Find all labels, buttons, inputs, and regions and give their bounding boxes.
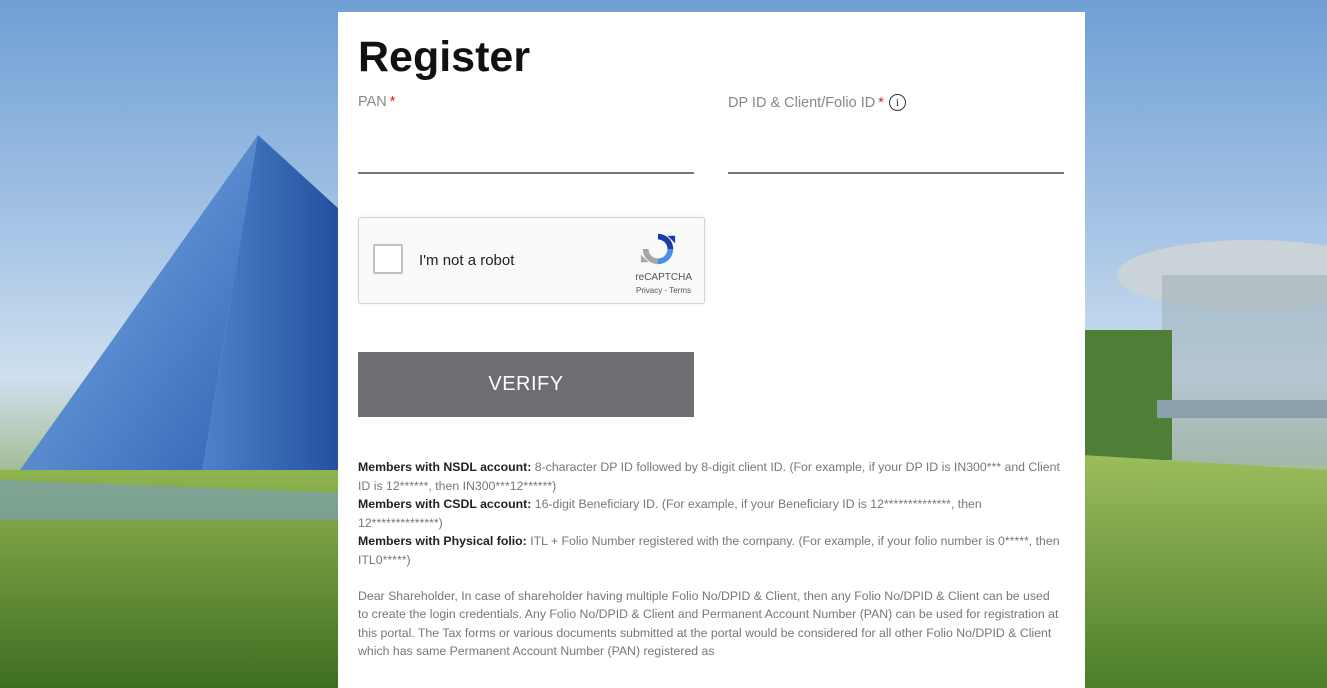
page-title: Register [358,33,531,81]
register-panel: Register PAN * DP ID & Client/Folio ID *… [338,12,1085,688]
dp-id-label: DP ID & Client/Folio ID * i [728,94,1064,111]
note-disclaimer: Dear Shareholder, In case of shareholder… [358,588,1059,659]
note-csdl-heading: Members with CSDL account: [358,497,532,512]
note-csdl: Members with CSDL account: 16-digit Bene… [358,495,1063,532]
dp-id-input[interactable] [728,146,1064,174]
dp-id-field: DP ID & Client/Folio ID * i [728,94,1064,174]
recaptcha-logo-icon [640,233,676,265]
pan-label: PAN * [358,94,694,110]
note-nsdl: Members with NSDL account: 8-character D… [358,458,1063,495]
note-physical: Members with Physical folio: ITL + Folio… [358,532,1063,569]
pan-field: PAN * [358,94,694,174]
recaptcha-links: Privacy - Terms [636,286,691,295]
form-fields: PAN * DP ID & Client/Folio ID * i [358,94,1065,198]
pan-input[interactable] [358,146,694,174]
note-nsdl-heading: Members with NSDL account: [358,460,532,474]
dp-id-label-text: DP ID & Client/Folio ID [728,94,876,111]
recaptcha-widget: I'm not a robot reCAPTCHA Privacy - Term… [358,217,705,304]
pan-required-mark: * [389,94,396,110]
registration-notes: Members with NSDL account: 8-character D… [358,458,1063,661]
recaptcha-terms-link[interactable]: Terms [669,286,691,295]
info-icon[interactable]: i [888,94,906,111]
background-building [1082,240,1327,688]
note-physical-heading: Members with Physical folio: [358,534,527,549]
verify-button[interactable]: VERIFY [358,352,694,417]
dp-id-required-mark: * [878,94,884,111]
recaptcha-brand: reCAPTCHA [635,272,692,283]
pan-label-text: PAN [358,94,387,110]
recaptcha-privacy-link[interactable]: Privacy [636,286,662,295]
recaptcha-checkbox[interactable] [373,244,403,274]
recaptcha-label: I'm not a robot [419,252,515,269]
